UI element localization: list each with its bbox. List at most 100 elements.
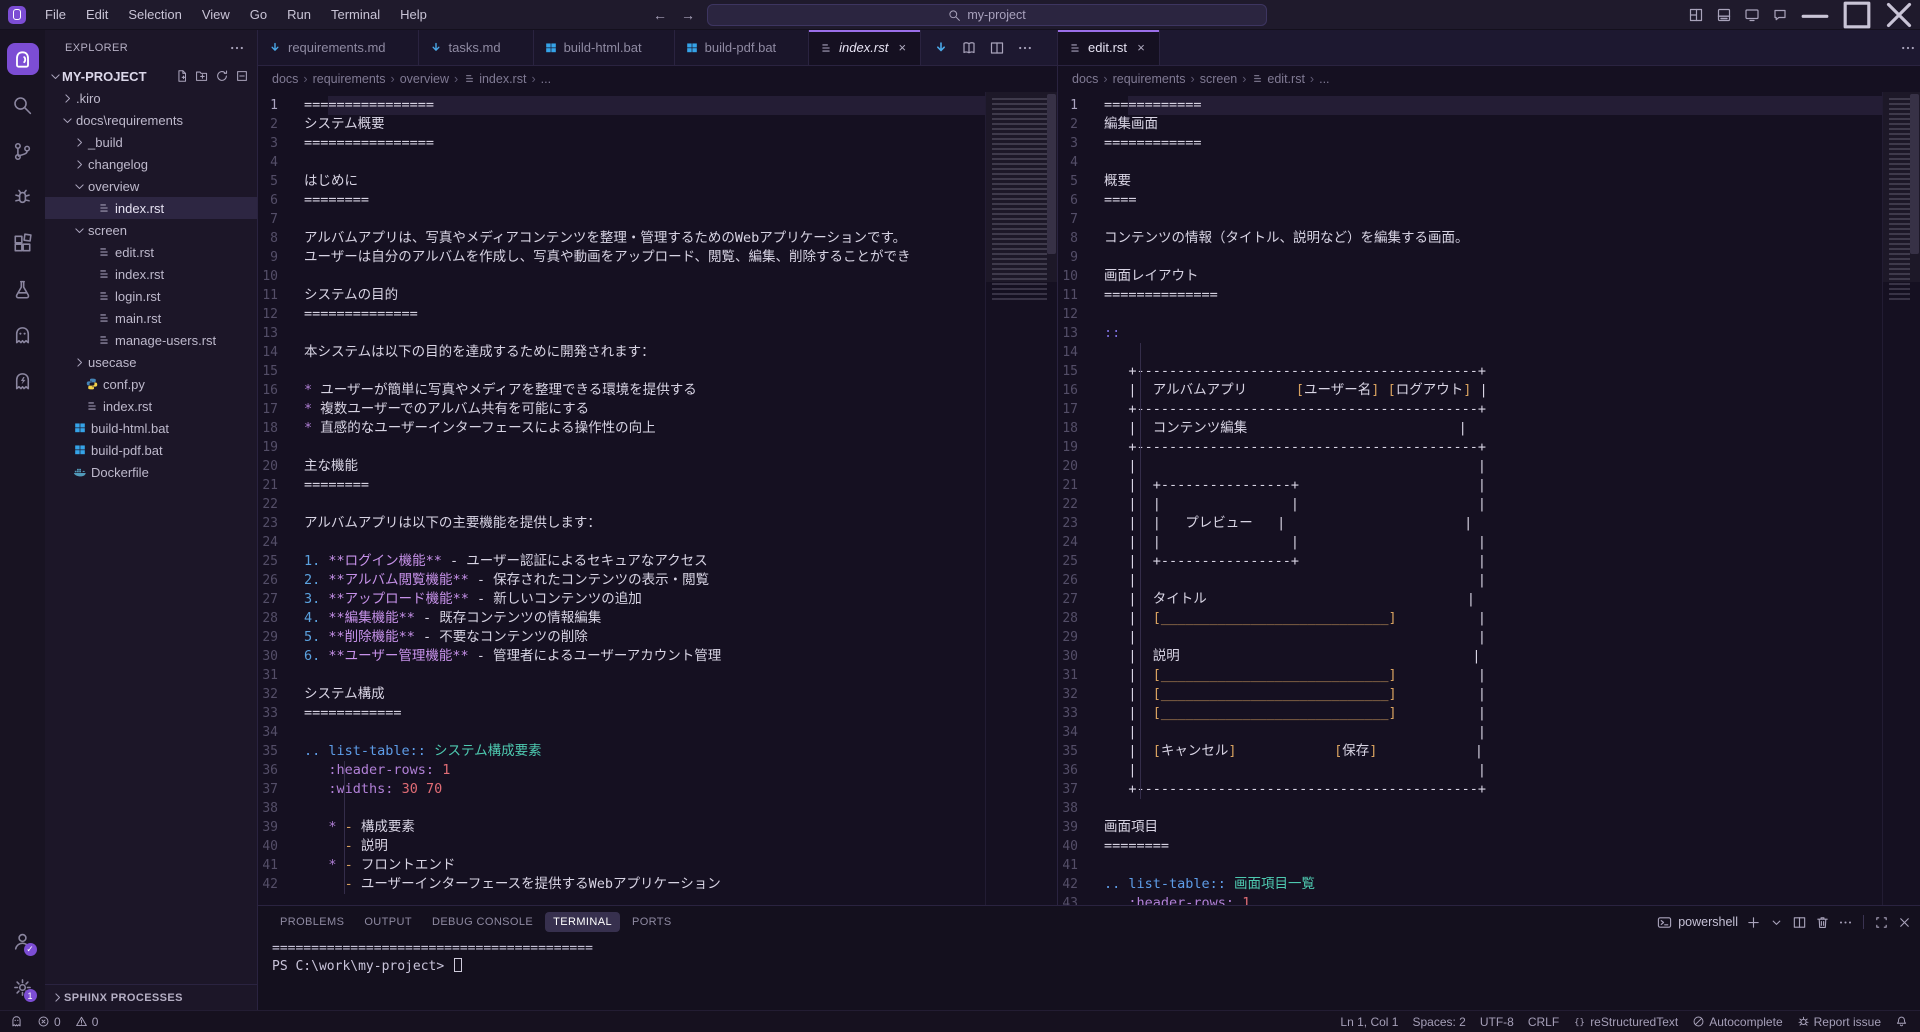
breadcrumb-item[interactable]: overview bbox=[400, 72, 449, 86]
sphinx-processes-section[interactable]: SPHINX PROCESSES bbox=[45, 984, 257, 1010]
tab-close-icon[interactable]: × bbox=[648, 40, 664, 55]
nav-forward-icon[interactable]: → bbox=[681, 7, 695, 23]
tab-close-icon[interactable]: × bbox=[507, 40, 523, 55]
activity-agent[interactable] bbox=[1, 358, 45, 404]
breadcrumb-item[interactable]: ... bbox=[1319, 72, 1329, 86]
tree-item--build[interactable]: _build bbox=[45, 131, 257, 153]
tree-item-edit.rst[interactable]: edit.rst bbox=[45, 241, 257, 263]
status-ghost[interactable] bbox=[10, 1015, 23, 1028]
breadcrumb-item[interactable]: docs bbox=[272, 72, 298, 86]
new-file-icon[interactable] bbox=[175, 69, 189, 83]
panel-tab-output[interactable]: OUTPUT bbox=[356, 912, 420, 932]
status-autocomplete[interactable]: Autocomplete bbox=[1692, 1015, 1782, 1029]
status-utf-8[interactable]: UTF-8 bbox=[1480, 1015, 1514, 1029]
tab-build-html-bat[interactable]: build-html.bat× bbox=[534, 30, 675, 65]
status-ln-1-col-1[interactable]: Ln 1, Col 1 bbox=[1340, 1015, 1398, 1029]
tab-edit-rst[interactable]: edit.rst× bbox=[1058, 30, 1160, 65]
activity-extensions[interactable] bbox=[1, 220, 45, 266]
kill-terminal-icon[interactable] bbox=[1815, 915, 1830, 930]
minimap[interactable] bbox=[985, 92, 1057, 905]
status-restructuredtext[interactable]: {}reStructuredText bbox=[1573, 1015, 1678, 1029]
status-error[interactable]: 0 bbox=[37, 1015, 61, 1029]
menu-terminal[interactable]: Terminal bbox=[322, 4, 389, 25]
activity-debug[interactable] bbox=[1, 174, 45, 220]
shell-selector[interactable]: powershell bbox=[1657, 915, 1738, 930]
panel-tab-debug-console[interactable]: DEBUG CONSOLE bbox=[424, 912, 541, 932]
tree-root[interactable]: MY-PROJECT bbox=[45, 65, 257, 87]
tab-build-pdf-bat[interactable]: build-pdf.bat× bbox=[675, 30, 810, 65]
md-down-icon[interactable] bbox=[929, 30, 953, 65]
minimize-button[interactable] bbox=[1794, 0, 1836, 30]
tab-close-icon[interactable]: × bbox=[782, 40, 798, 55]
tree-item-dockerfile[interactable]: Dockerfile bbox=[45, 461, 257, 483]
activity-kiro[interactable] bbox=[1, 36, 45, 82]
activity-source-control[interactable] bbox=[1, 128, 45, 174]
book-icon[interactable] bbox=[957, 30, 981, 65]
new-folder-icon[interactable] bbox=[195, 69, 209, 83]
tree-item-build-html.bat[interactable]: build-html.bat bbox=[45, 417, 257, 439]
tree-item-manage-users.rst[interactable]: manage-users.rst bbox=[45, 329, 257, 351]
activity-account[interactable]: ✓ bbox=[1, 918, 45, 964]
editor-content[interactable]: 1================2システム概要3===============… bbox=[258, 92, 1057, 905]
split-terminal-icon[interactable] bbox=[1792, 915, 1807, 930]
editor-content[interactable]: 1============2編集画面3============45概要6====… bbox=[1058, 92, 1920, 905]
explorer-more-icon[interactable] bbox=[229, 40, 245, 56]
maximize-panel-icon[interactable] bbox=[1874, 915, 1889, 930]
tab-index-rst[interactable]: index.rst× bbox=[809, 30, 921, 65]
terminal-content[interactable]: ========================================… bbox=[258, 938, 1920, 1010]
tab-close-icon[interactable]: × bbox=[392, 40, 408, 55]
tree-item-build-pdf.bat[interactable]: build-pdf.bat bbox=[45, 439, 257, 461]
tree-item-main.rst[interactable]: main.rst bbox=[45, 307, 257, 329]
tree-item-docs-requirements[interactable]: docs\requirements bbox=[45, 109, 257, 131]
breadcrumb-item[interactable]: screen bbox=[1200, 72, 1238, 86]
activity-test[interactable] bbox=[1, 266, 45, 312]
breadcrumb-item[interactable]: requirements bbox=[313, 72, 386, 86]
collapse-all-icon[interactable] bbox=[235, 69, 249, 83]
menu-go[interactable]: Go bbox=[241, 4, 276, 25]
status-bell[interactable] bbox=[1895, 1015, 1908, 1028]
chat-icon[interactable] bbox=[1766, 0, 1794, 30]
layout-icon[interactable] bbox=[1682, 0, 1710, 30]
tab-tasks-md[interactable]: tasks.md× bbox=[419, 30, 534, 65]
breadcrumb-item[interactable]: index.rst bbox=[463, 72, 526, 86]
status-warning[interactable]: 0 bbox=[75, 1015, 99, 1029]
terminal-dropdown-icon[interactable] bbox=[1769, 915, 1784, 930]
nav-back-icon[interactable]: ← bbox=[653, 7, 667, 23]
breadcrumb-item[interactable]: edit.rst bbox=[1251, 72, 1305, 86]
tree-item-overview[interactable]: overview bbox=[45, 175, 257, 197]
tree-item-.kiro[interactable]: .kiro bbox=[45, 87, 257, 109]
activity-ghost[interactable] bbox=[1, 312, 45, 358]
menu-edit[interactable]: Edit bbox=[77, 4, 117, 25]
scrollbar-thumb[interactable] bbox=[1047, 94, 1056, 254]
tree-item-index.rst[interactable]: index.rst bbox=[45, 395, 257, 417]
status-report-issue[interactable]: Report issue bbox=[1797, 1015, 1881, 1029]
status-spaces-2[interactable]: Spaces: 2 bbox=[1412, 1015, 1465, 1029]
panel-tab-ports[interactable]: PORTS bbox=[624, 912, 680, 932]
status-crlf[interactable]: CRLF bbox=[1528, 1015, 1559, 1029]
refresh-icon[interactable] bbox=[215, 69, 229, 83]
scrollbar-thumb[interactable] bbox=[1910, 94, 1919, 254]
close-button[interactable] bbox=[1878, 0, 1920, 30]
tree-item-login.rst[interactable]: login.rst bbox=[45, 285, 257, 307]
activity-search[interactable] bbox=[1, 82, 45, 128]
panel-tab-problems[interactable]: PROBLEMS bbox=[272, 912, 352, 932]
menu-view[interactable]: View bbox=[193, 4, 239, 25]
more-icon[interactable] bbox=[1013, 30, 1037, 65]
minimap[interactable] bbox=[1882, 92, 1920, 905]
tree-item-index.rst[interactable]: index.rst bbox=[45, 263, 257, 285]
screen-icon[interactable] bbox=[1738, 0, 1766, 30]
tab-close-icon[interactable]: × bbox=[894, 40, 910, 55]
menu-selection[interactable]: Selection bbox=[119, 4, 190, 25]
tab-requirements-md[interactable]: requirements.md× bbox=[258, 30, 419, 65]
tree-item-changelog[interactable]: changelog bbox=[45, 153, 257, 175]
terminal-more-icon[interactable] bbox=[1838, 915, 1853, 930]
activity-gear[interactable]: 1 bbox=[1, 964, 45, 1010]
tree-item-screen[interactable]: screen bbox=[45, 219, 257, 241]
command-center-search[interactable]: my-project bbox=[707, 4, 1267, 26]
tab-close-icon[interactable]: × bbox=[1133, 40, 1149, 55]
menu-run[interactable]: Run bbox=[278, 4, 320, 25]
menu-file[interactable]: File bbox=[36, 4, 75, 25]
tree-item-index.rst[interactable]: index.rst bbox=[45, 197, 257, 219]
new-terminal-icon[interactable] bbox=[1746, 915, 1761, 930]
maximize-button[interactable] bbox=[1836, 0, 1878, 30]
